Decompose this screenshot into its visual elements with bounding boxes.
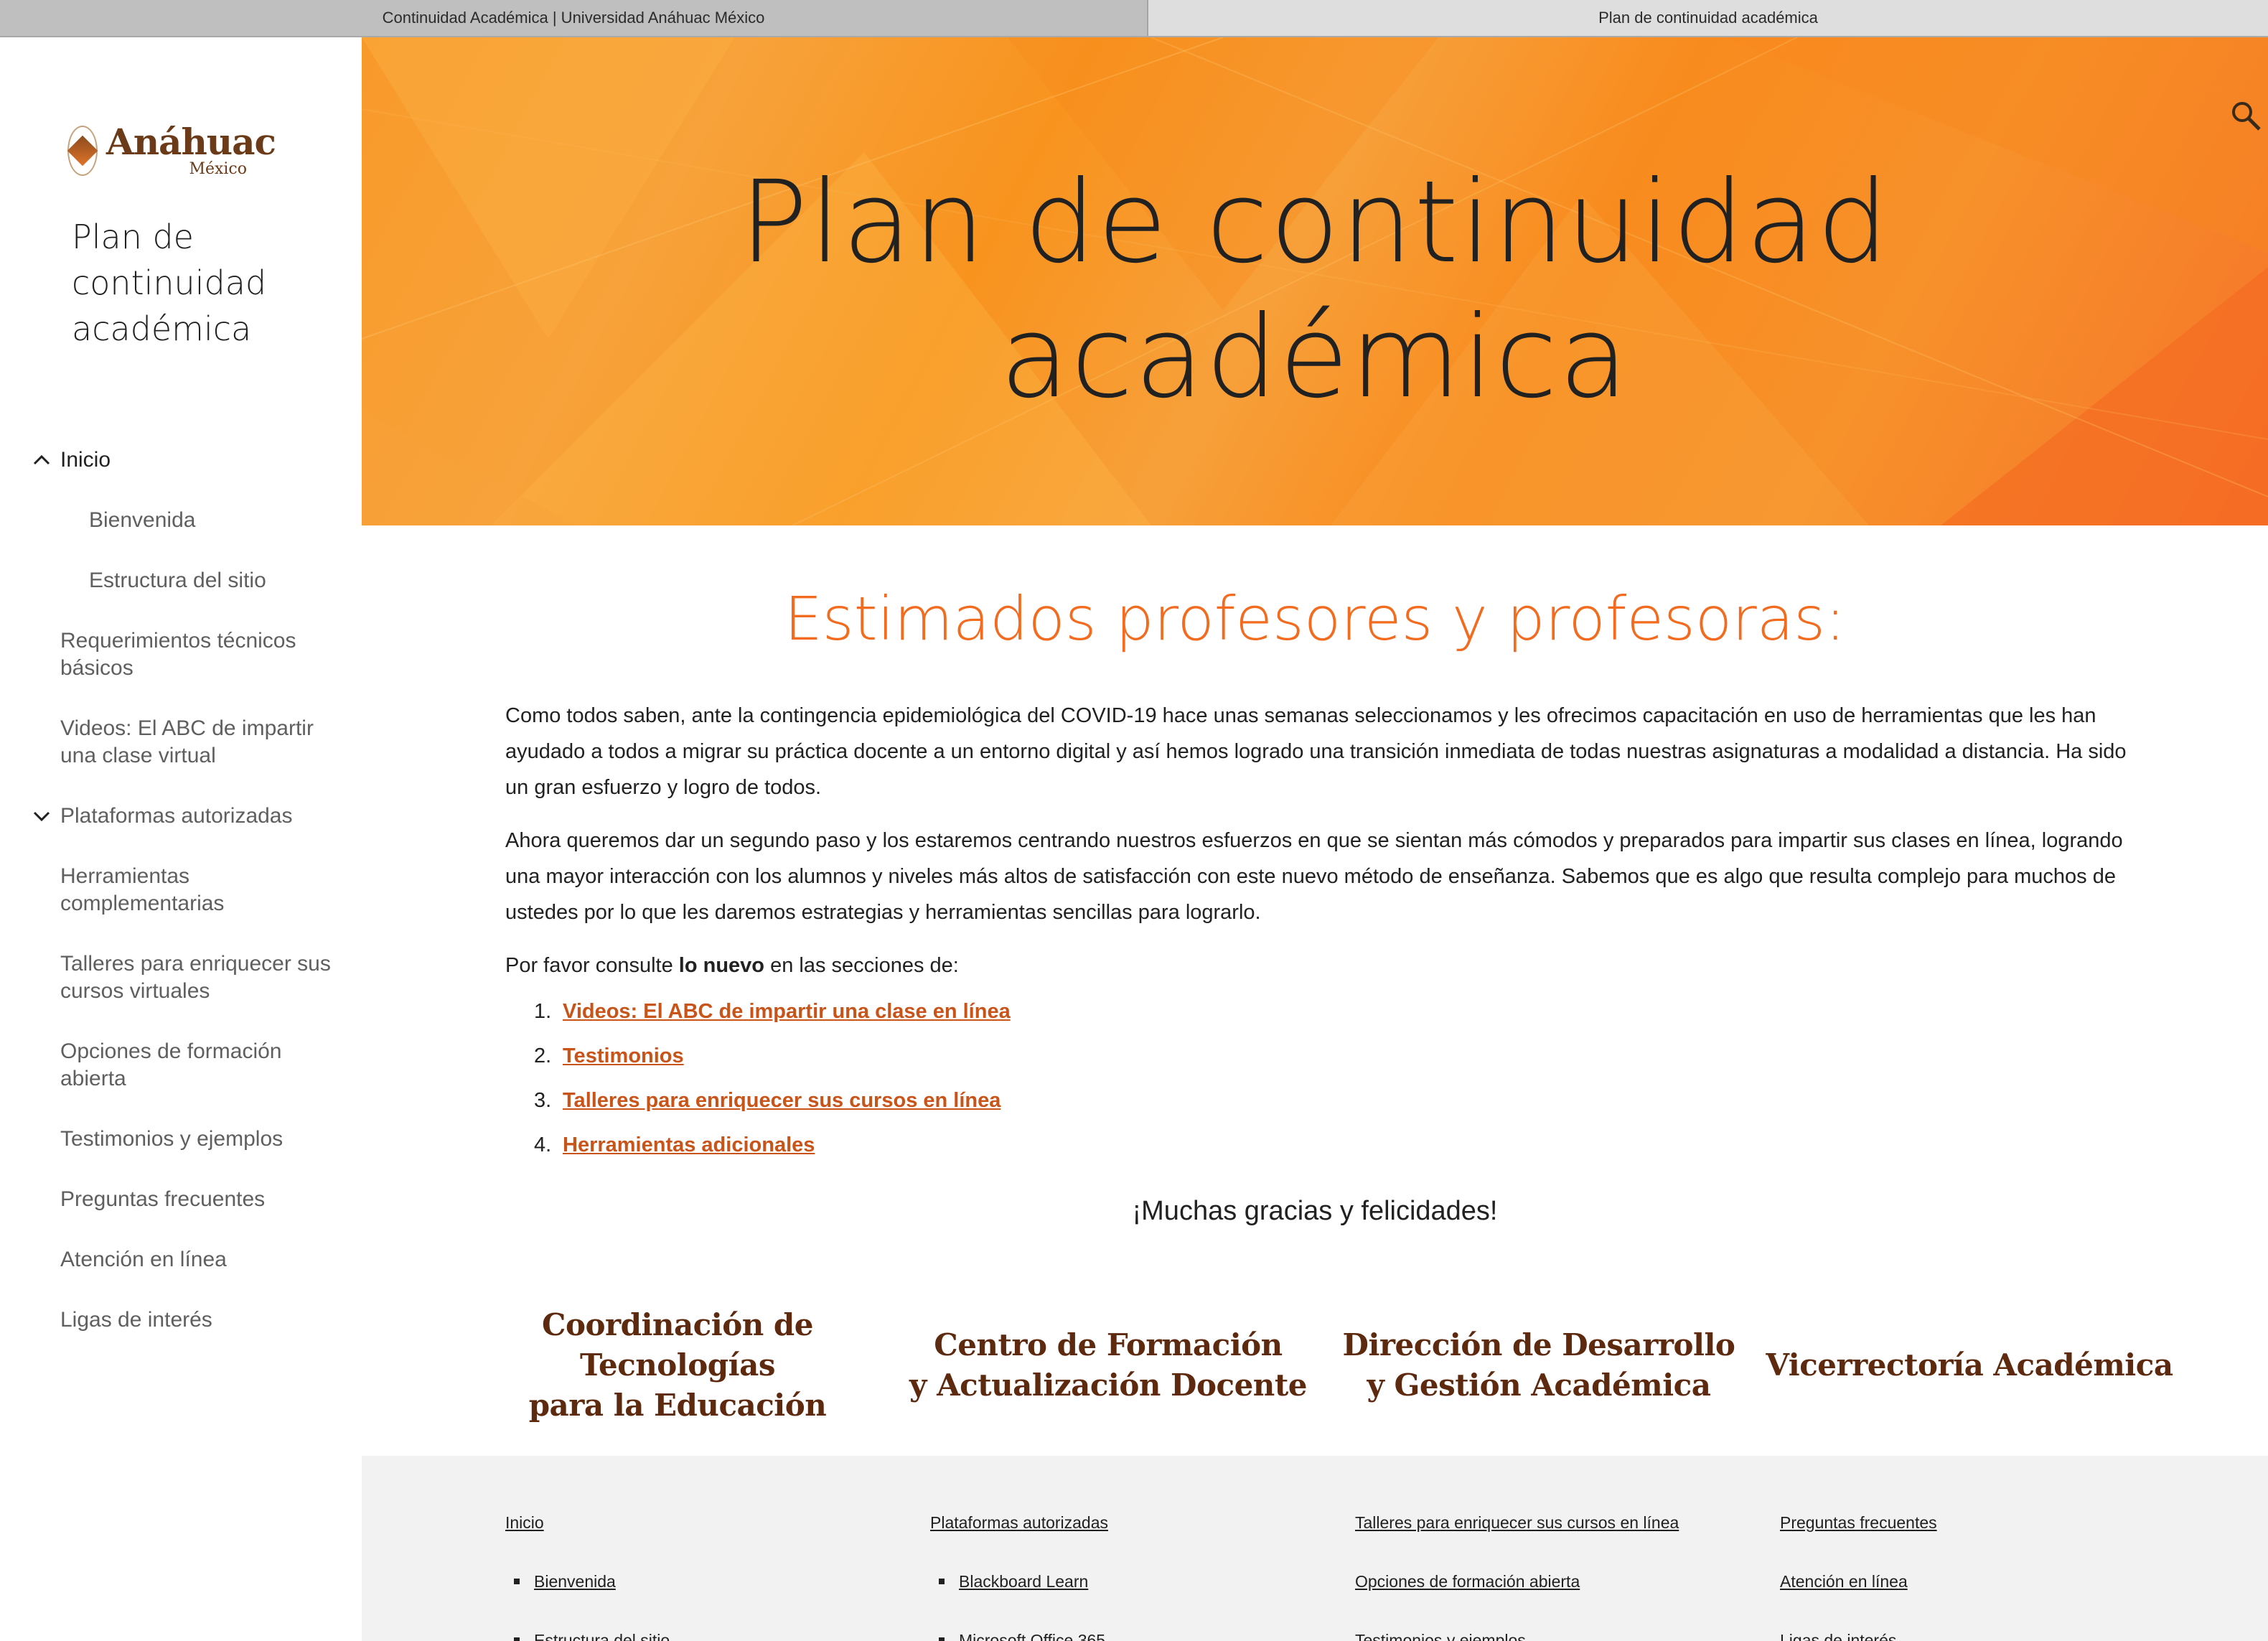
sidebar-item-label: Bienvenida: [89, 508, 196, 532]
footer-link-inicio[interactable]: Inicio: [505, 1510, 544, 1535]
sidebar-nav: Inicio Bienvenida Estructura del sitio R…: [0, 447, 362, 1367]
header-banner: Plan de continuidad académica: [362, 37, 2268, 525]
sidebar-item-label: Ligas de interés: [60, 1308, 212, 1332]
footer-link-bienvenida[interactable]: Bienvenida: [534, 1569, 616, 1594]
bullet-icon: [939, 1579, 945, 1584]
link-testimonios[interactable]: Testimonios: [563, 1034, 684, 1078]
footer-link-testimonios[interactable]: Testimonios y ejemplos: [1355, 1628, 1526, 1641]
sidebar-item-label: Inicio: [60, 448, 111, 472]
org-logo-ddga: Dirección de Desarrollo y Gestión Académi…: [1342, 1327, 1735, 1403]
anahuac-logo[interactable]: Anáhuac México: [67, 100, 276, 201]
list-item: 3. Talleres para enriquecer sus cursos en…: [534, 1078, 1611, 1123]
footer-link-plataformas[interactable]: Plataformas autorizadas: [930, 1510, 1108, 1535]
sidebar-item-videos[interactable]: Videos: El ABC de impartir una clase vir…: [0, 715, 362, 770]
sidebar-item-label: Talleres para enriquecer sus cursos virt…: [60, 952, 331, 1003]
footer-column: Preguntas frecuentes Atención en línea L…: [1780, 1510, 2182, 1641]
thanks-message: ¡Muchas gracias y felicidades!: [1132, 1196, 1498, 1226]
browser-tab-label: Continuidad Académica | Universidad Anáh…: [382, 9, 765, 27]
sidebar-item-talleres[interactable]: Talleres para enriquecer sus cursos virt…: [0, 950, 362, 1005]
sidebar-item-label: Testimonios y ejemplos: [60, 1127, 284, 1151]
footer-link-estructura[interactable]: Estructura del sitio: [534, 1628, 670, 1641]
sidebar-item-preguntas[interactable]: Preguntas frecuentes: [0, 1186, 362, 1213]
bullet-icon: [939, 1637, 945, 1641]
sidebar-item-bienvenida[interactable]: Bienvenida: [0, 507, 362, 534]
sidebar-item-atencion[interactable]: Atención en línea: [0, 1246, 362, 1273]
intro-paragraph: Como todos saben, ante la contingencia e…: [505, 704, 2127, 799]
news-links-list: 1. Videos: El ABC de impartir una clase e…: [534, 989, 1611, 1167]
sidebar-item-label: Requerimientos técnicos básicos: [60, 629, 296, 680]
sidebar-item-label: Preguntas frecuentes: [60, 1187, 266, 1211]
footer-column: Inicio Bienvenida Estructura del sitio: [505, 1510, 907, 1641]
footer-link-office365[interactable]: Microsoft Office 365: [959, 1628, 1105, 1641]
footer-link-talleres[interactable]: Talleres para enriquecer sus cursos en l…: [1355, 1510, 1679, 1535]
link-talleres[interactable]: Talleres para enriquecer sus cursos en l…: [563, 1078, 1001, 1123]
sidebar-item-inicio[interactable]: Inicio: [0, 447, 362, 474]
footer-column: Plataformas autorizadas Blackboard Learn…: [930, 1510, 1332, 1641]
page-title: Plan de continuidad académica: [739, 156, 1890, 424]
sidebar-item-requerimientos[interactable]: Requerimientos técnicos básicos: [0, 627, 362, 682]
sidebar-item-opciones[interactable]: Opciones de formación abierta: [0, 1038, 362, 1093]
sidebar-item-label: Plataformas autorizadas: [60, 804, 293, 828]
logo-wordmark: Anáhuac: [106, 120, 276, 163]
org-logo-cfad: Centro de Formación y Actualización Docen…: [909, 1327, 1307, 1403]
sidebar-item-herramientas[interactable]: Herramientas complementarias: [0, 863, 362, 917]
bullet-icon: [514, 1579, 520, 1584]
sidebar-item-label: Opciones de formación abierta: [60, 1039, 282, 1090]
sidebar-item-plataformas[interactable]: Plataformas autorizadas: [0, 803, 362, 830]
search-icon[interactable]: [2229, 99, 2262, 132]
browser-tab-bar: Continuidad Académica | Universidad Anáh…: [0, 0, 2268, 37]
browser-tab-active[interactable]: Plan de continuidad académica: [1148, 0, 2268, 36]
footer-link-atencion[interactable]: Atención en línea: [1780, 1569, 1908, 1594]
footer-link-ligas[interactable]: Ligas de interés: [1780, 1628, 1896, 1641]
sidebar-item-label: Estructura del sitio: [89, 569, 266, 592]
footer-link-blackboard[interactable]: Blackboard Learn: [959, 1569, 1088, 1594]
footer-link-preguntas[interactable]: Preguntas frecuentes: [1780, 1510, 1937, 1535]
chevron-down-icon[interactable]: [32, 808, 52, 824]
logo-subtitle: México: [189, 159, 247, 178]
footer-link-opciones[interactable]: Opciones de formación abierta: [1355, 1569, 1580, 1594]
sidebar-item-label: Herramientas complementarias: [60, 864, 225, 915]
footer: Inicio Bienvenida Estructura del sitio P…: [362, 1456, 2268, 1641]
bullet-icon: [514, 1637, 520, 1641]
sidebar-item-ligas[interactable]: Ligas de interés: [0, 1306, 362, 1334]
org-logo-vicerrectoria: Vicerrectoría Académica: [1766, 1347, 2173, 1383]
chevron-up-icon[interactable]: [32, 452, 52, 468]
footer-column: Talleres para enriquecer sus cursos en l…: [1355, 1510, 1757, 1641]
section-heading: Estimados profesores y profesoras:: [784, 584, 1846, 654]
sidebar-item-label: Videos: El ABC de impartir una clase vir…: [60, 716, 314, 767]
consult-paragraph: Por favor consulte lo nuevo en las secci…: [505, 954, 959, 977]
second-paragraph: Ahora queremos dar un segundo paso y los…: [505, 829, 2123, 924]
sidebar-item-testimonios[interactable]: Testimonios y ejemplos: [0, 1126, 362, 1153]
org-logo-cte: Coordinación de Tecnologías para la Educa…: [528, 1307, 827, 1423]
list-item: 1. Videos: El ABC de impartir una clase e…: [534, 989, 1611, 1034]
site-title[interactable]: Plan de continuidad académica: [72, 214, 345, 352]
browser-tab[interactable]: Continuidad Académica | Universidad Anáh…: [0, 0, 1148, 36]
org-logos: Coordinación de Tecnologías para la Educa…: [469, 1307, 2178, 1423]
link-videos[interactable]: Videos: El ABC de impartir una clase en …: [563, 989, 1011, 1034]
sidebar-item-estructura[interactable]: Estructura del sitio: [0, 567, 362, 594]
list-item: 4. Herramientas adicionales: [534, 1123, 1611, 1167]
browser-tab-label: Plan de continuidad académica: [1598, 9, 1818, 27]
sidebar-item-label: Atención en línea: [60, 1248, 227, 1271]
anahuac-seal-icon: [67, 126, 98, 176]
sidebar: Anáhuac México Plan de continuidad acadé…: [0, 37, 362, 1641]
link-herramientas[interactable]: Herramientas adicionales: [563, 1123, 815, 1167]
list-item: 2. Testimonios: [534, 1034, 1611, 1078]
